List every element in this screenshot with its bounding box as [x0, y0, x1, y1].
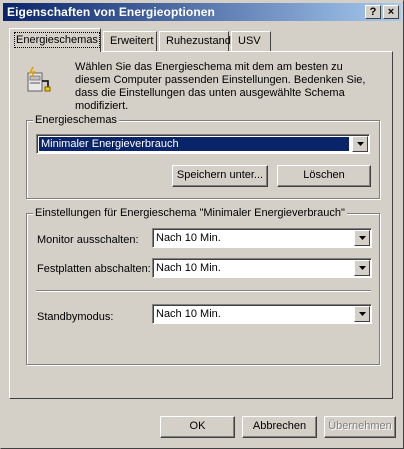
title-bar[interactable]: Eigenschaften von Energieoptionen ? ×: [3, 3, 401, 21]
intro-text: Wählen Sie das Energieschema mit dem am …: [75, 61, 366, 112]
chevron-down-icon[interactable]: [352, 136, 368, 152]
monitor-off-value: Nach 10 Min.: [156, 232, 221, 244]
standby-label: Standbymodus:: [37, 311, 114, 323]
save-as-button[interactable]: Speichern unter...: [172, 165, 268, 187]
tab-label: Erweitert: [110, 35, 154, 47]
tab-ruhezustand[interactable]: Ruhezustand: [159, 31, 231, 51]
tab-label: Ruhezustand: [166, 35, 231, 47]
monitor-off-select[interactable]: Nach 10 Min.: [152, 228, 372, 248]
tab-usv[interactable]: USV: [231, 31, 271, 51]
disks-off-select[interactable]: Nach 10 Min.: [152, 258, 372, 278]
standby-value: Nach 10 Min.: [156, 308, 221, 320]
chevron-down-icon[interactable]: [354, 230, 370, 246]
tab-label: USV: [238, 35, 261, 47]
ok-button[interactable]: OK: [160, 416, 235, 438]
chevron-down-icon[interactable]: [354, 306, 370, 322]
cancel-button[interactable]: Abbrechen: [242, 416, 317, 438]
monitor-off-label: Monitor ausschalten:: [37, 234, 139, 246]
standby-select[interactable]: Nach 10 Min.: [152, 304, 372, 324]
disks-off-value: Nach 10 Min.: [156, 262, 221, 274]
settings-divider: [36, 290, 371, 292]
schemes-group-label: Energieschemas: [33, 114, 119, 126]
delete-button[interactable]: Löschen: [277, 165, 371, 187]
tab-label: Energieschemas: [14, 32, 100, 48]
tab-erweitert[interactable]: Erweitert: [103, 31, 157, 51]
window-title: Eigenschaften von Energieoptionen: [7, 5, 215, 19]
schemes-groupbox: Energieschemas: [26, 114, 380, 199]
apply-button[interactable]: Übernehmen: [324, 416, 396, 438]
chevron-down-icon[interactable]: [354, 260, 370, 276]
settings-group-label: Einstellungen für Energieschema "Minimal…: [33, 207, 347, 219]
disks-off-label: Festplatten abschalten:: [37, 263, 151, 275]
scheme-select-value: Minimaler Energieverbrauch: [39, 137, 349, 151]
power-options-icon: [23, 65, 51, 95]
tab-energieschemas[interactable]: Energieschemas: [9, 28, 101, 52]
close-button[interactable]: ×: [383, 5, 399, 19]
scheme-select[interactable]: Minimaler Energieverbrauch: [36, 134, 370, 154]
properties-window: Eigenschaften von Energieoptionen ? × En…: [0, 0, 404, 449]
help-button[interactable]: ?: [365, 5, 381, 19]
